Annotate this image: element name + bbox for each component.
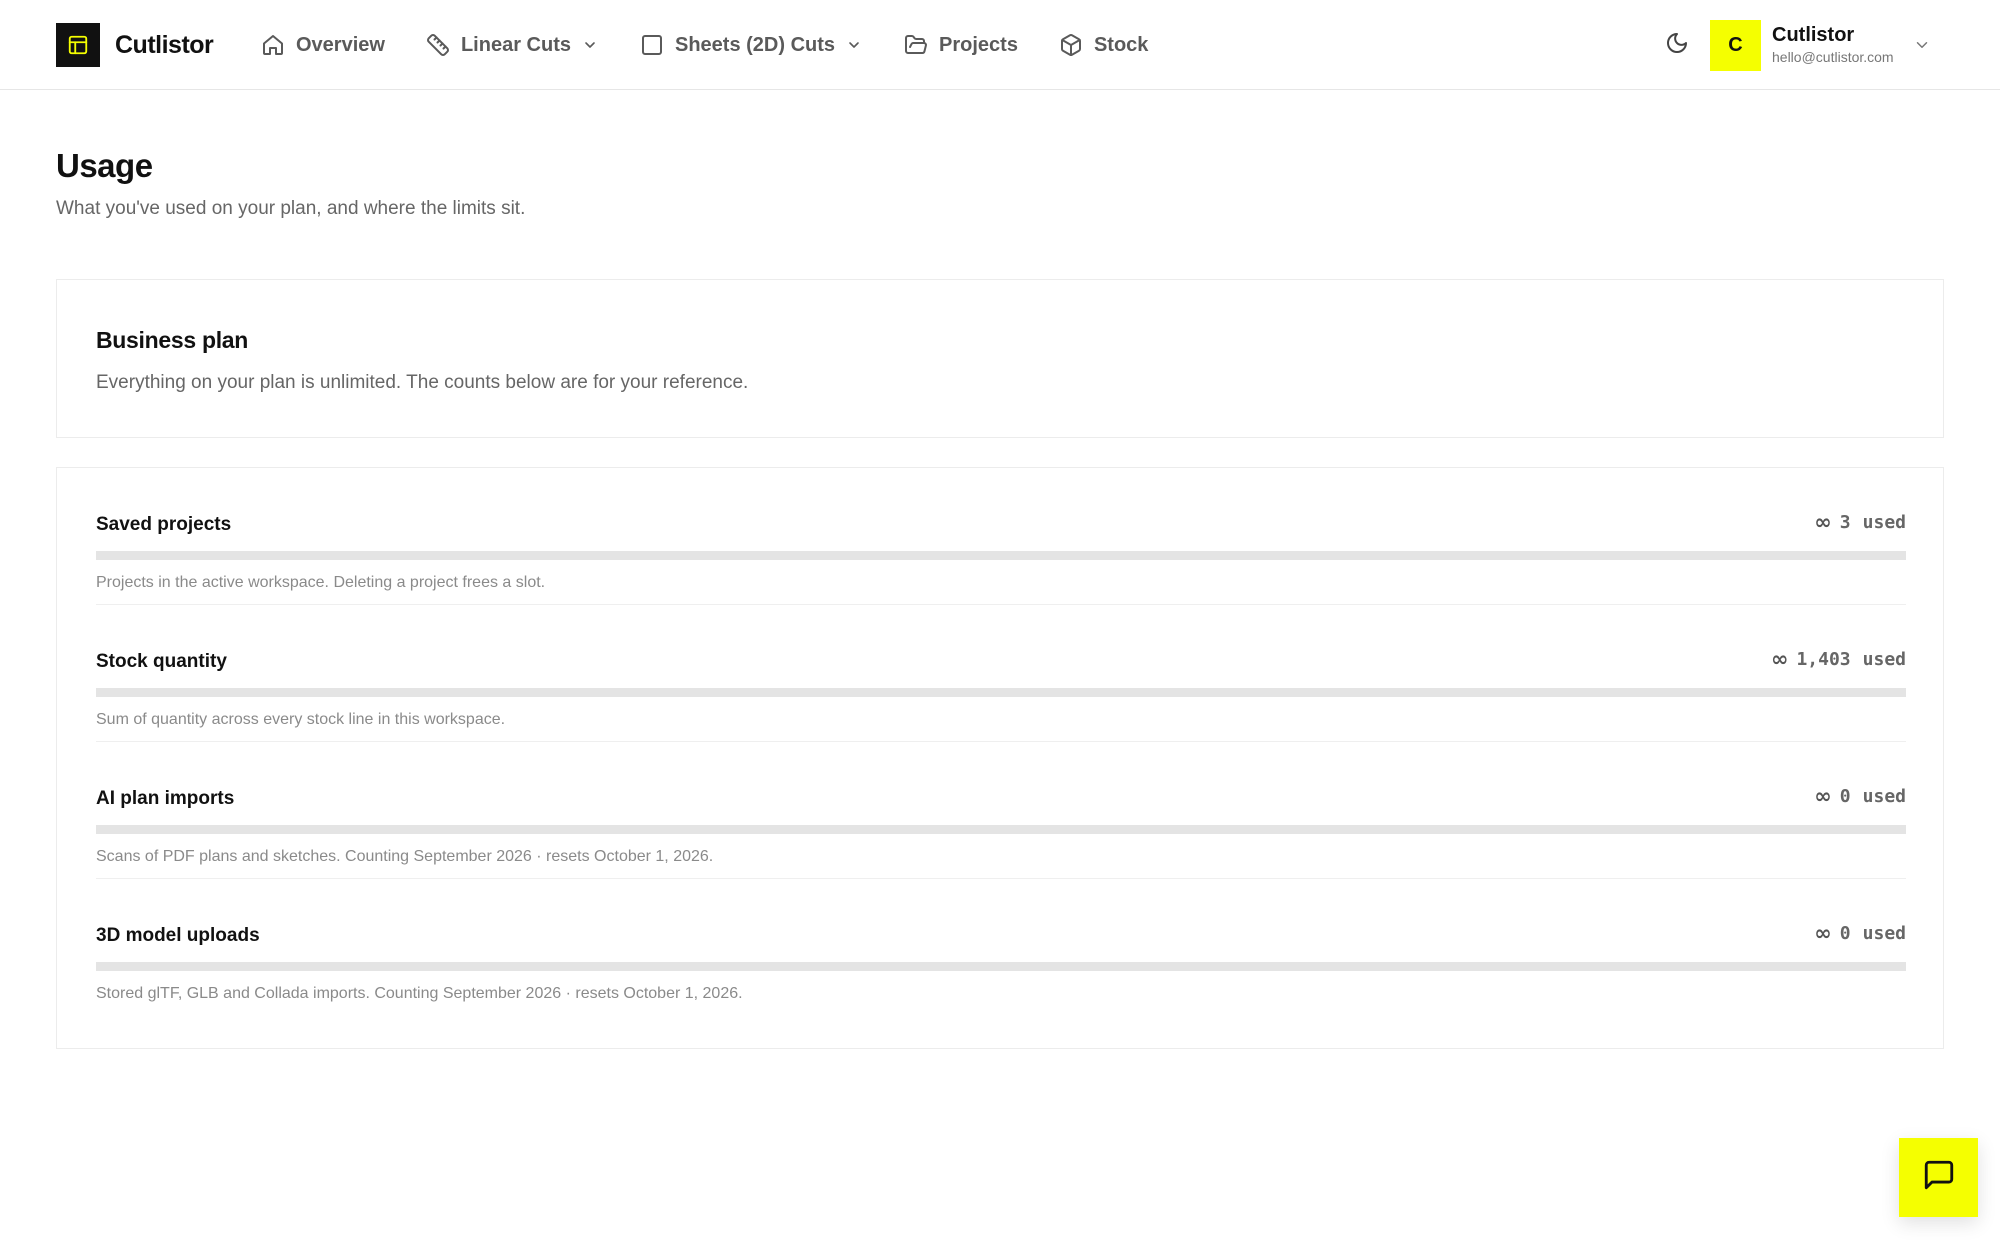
usage-label: Stock quantity bbox=[96, 651, 227, 672]
nav-item-label: Overview bbox=[296, 33, 385, 56]
usage-note: Sum of quantity across every stock line … bbox=[96, 711, 506, 728]
usage-unit: used bbox=[1862, 648, 1906, 670]
usage-label: 3D model uploads bbox=[96, 925, 260, 946]
nav-item-label: Sheets (2D) Cuts bbox=[674, 33, 836, 56]
usage-note: Scans of PDF plans and sketches. Countin… bbox=[96, 848, 714, 865]
ruler-icon bbox=[425, 32, 451, 58]
nav-item-label: Stock bbox=[1093, 33, 1149, 56]
chevron-down-icon bbox=[1912, 35, 1932, 55]
usage-progress-bar bbox=[96, 551, 1906, 560]
infinity-icon: ∞ bbox=[1770, 647, 1789, 671]
usage-value: 0 bbox=[1839, 922, 1851, 944]
box-icon bbox=[1058, 32, 1084, 58]
nav-item-sheets-cuts[interactable]: Sheets (2D) Cuts bbox=[639, 26, 863, 64]
top-navigation-bar: Cutlistor Overview Linear Cuts Sheets (2… bbox=[0, 0, 2000, 90]
infinity-icon: ∞ bbox=[1814, 921, 1832, 945]
plan-card: Business plan Everything on your plan is… bbox=[56, 279, 1944, 438]
chevron-down-icon bbox=[845, 36, 863, 54]
account-name: Cutlistor bbox=[1772, 24, 1855, 46]
square-icon bbox=[639, 32, 665, 58]
usage-unit: used bbox=[1862, 511, 1906, 533]
layout-panel-icon bbox=[56, 23, 100, 67]
usage-note: Projects in the active workspace. Deleti… bbox=[96, 574, 546, 591]
usage-progress-bar bbox=[96, 825, 1906, 834]
brand-name: Cutlistor bbox=[115, 30, 214, 59]
usage-label: AI plan imports bbox=[96, 788, 235, 809]
usage-count: ∞ 0 used bbox=[1814, 784, 1906, 808]
main-nav: Overview Linear Cuts Sheets (2D) Cuts Pr… bbox=[260, 26, 1148, 64]
account-details: Cutlistor hello@cutlistor.com bbox=[1772, 23, 1894, 67]
theme-toggle-button[interactable] bbox=[1662, 30, 1692, 60]
usage-unit: used bbox=[1862, 785, 1906, 807]
usage-row-stock-quantity: Stock quantity ∞ 1,403 used Sum of quant… bbox=[96, 605, 1906, 742]
moon-icon bbox=[1665, 31, 1689, 60]
account-email: hello@cutlistor.com bbox=[1772, 49, 1894, 65]
usage-progress-bar bbox=[96, 962, 1906, 971]
usage-count: ∞ 3 used bbox=[1814, 510, 1906, 534]
usage-unit: used bbox=[1862, 922, 1906, 944]
page-subtitle: What you've used on your plan, and where… bbox=[56, 198, 526, 219]
usage-label: Saved projects bbox=[96, 514, 232, 535]
chat-bubble-icon bbox=[1922, 1158, 1956, 1197]
usage-list: Saved projects ∞ 3 used Projects in the … bbox=[56, 467, 1944, 1049]
plan-description: Everything on your plan is unlimited. Th… bbox=[96, 372, 749, 393]
usage-row-ai-plan-imports: AI plan imports ∞ 0 used Scans of PDF pl… bbox=[96, 742, 1906, 879]
usage-progress-bar bbox=[96, 688, 1906, 697]
usage-value: 3 bbox=[1839, 511, 1851, 533]
brand[interactable]: Cutlistor bbox=[56, 22, 214, 68]
usage-note: Stored glTF, GLB and Collada imports. Co… bbox=[96, 985, 743, 1002]
usage-count: ∞ 1,403 used bbox=[1771, 647, 1906, 671]
usage-value: 1,403 bbox=[1796, 648, 1851, 670]
nav-item-label: Projects bbox=[939, 33, 1018, 56]
folder-open-icon bbox=[903, 32, 929, 58]
chevron-down-icon bbox=[581, 36, 599, 54]
nav-item-label: Linear Cuts bbox=[460, 33, 571, 56]
usage-count: ∞ 0 used bbox=[1814, 921, 1906, 945]
usage-row-3d-model-uploads: 3D model uploads ∞ 0 used Stored glTF, G… bbox=[96, 879, 1906, 1016]
infinity-icon: ∞ bbox=[1814, 784, 1832, 808]
usage-value: 0 bbox=[1839, 785, 1851, 807]
chat-button[interactable] bbox=[1899, 1138, 1978, 1217]
home-icon bbox=[260, 32, 286, 58]
avatar: C bbox=[1710, 19, 1761, 71]
nav-item-stock[interactable]: Stock bbox=[1058, 26, 1148, 64]
plan-title: Business plan bbox=[96, 327, 249, 353]
nav-item-projects[interactable]: Projects bbox=[903, 26, 1018, 64]
account-menu[interactable]: C Cutlistor hello@cutlistor.com bbox=[1710, 19, 1932, 71]
infinity-icon: ∞ bbox=[1814, 510, 1832, 534]
nav-item-overview[interactable]: Overview bbox=[260, 26, 385, 64]
usage-row-saved-projects: Saved projects ∞ 3 used Projects in the … bbox=[96, 468, 1906, 605]
nav-item-linear-cuts[interactable]: Linear Cuts bbox=[425, 26, 599, 64]
page-title: Usage bbox=[56, 147, 153, 184]
